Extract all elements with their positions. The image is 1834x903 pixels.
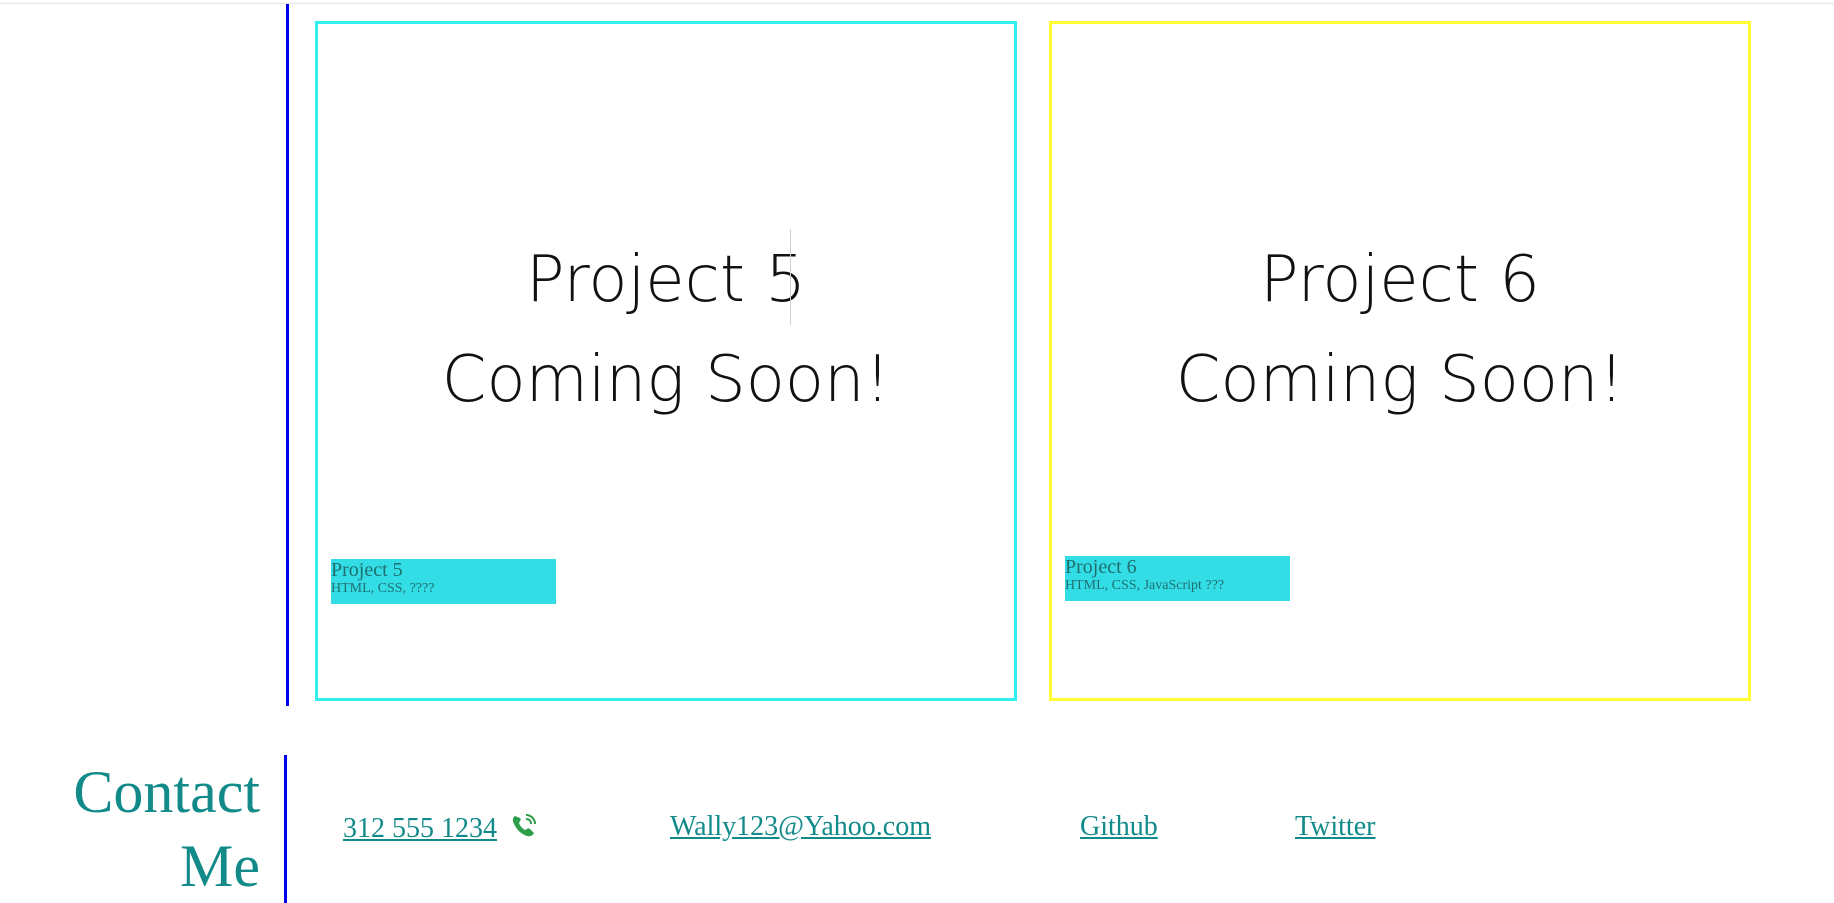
project-caption-tech: HTML, CSS, ???? (331, 581, 435, 596)
email-link[interactable]: Wally123@Yahoo.com (670, 811, 931, 843)
contact-heading-line1: Contact (73, 759, 260, 825)
top-divider (0, 3, 1834, 4)
phone-icon[interactable] (510, 812, 538, 840)
project-caption-title: Project 6 (1065, 556, 1137, 578)
project-image-subtitle: Coming Soon! (1175, 343, 1625, 417)
project-card-6[interactable]: Project 6 Coming Soon! Project 6 HTML, C… (1049, 21, 1751, 701)
projects-divider-line (286, 4, 289, 706)
phone-link[interactable]: 312 555 1234 (343, 813, 497, 845)
project-image-6[interactable]: Project 6 Coming Soon! (1052, 230, 1748, 430)
project-image-title: Project 6 (1259, 243, 1541, 317)
project-caption-title: Project 5 (331, 559, 403, 581)
project-image-title: Project 5 (525, 243, 807, 317)
project-caption-5: Project 5 HTML, CSS, ???? (331, 559, 556, 604)
project-card-5[interactable]: Project 5 Coming Soon! Project 5 HTML, C… (315, 21, 1017, 701)
contact-divider-line (284, 755, 287, 903)
project-caption-tech: HTML, CSS, JavaScript ??? (1065, 578, 1225, 593)
text-cursor (790, 229, 791, 325)
twitter-link[interactable]: Twitter (1295, 811, 1375, 843)
contact-heading: Contact Me (40, 755, 260, 903)
project-image-subtitle: Coming Soon! (441, 343, 891, 417)
github-link[interactable]: Github (1080, 811, 1158, 843)
project-caption-6: Project 6 HTML, CSS, JavaScript ??? (1065, 556, 1290, 601)
contact-heading-line2: Me (180, 833, 260, 899)
project-image-5[interactable]: Project 5 Coming Soon! (318, 230, 1014, 430)
